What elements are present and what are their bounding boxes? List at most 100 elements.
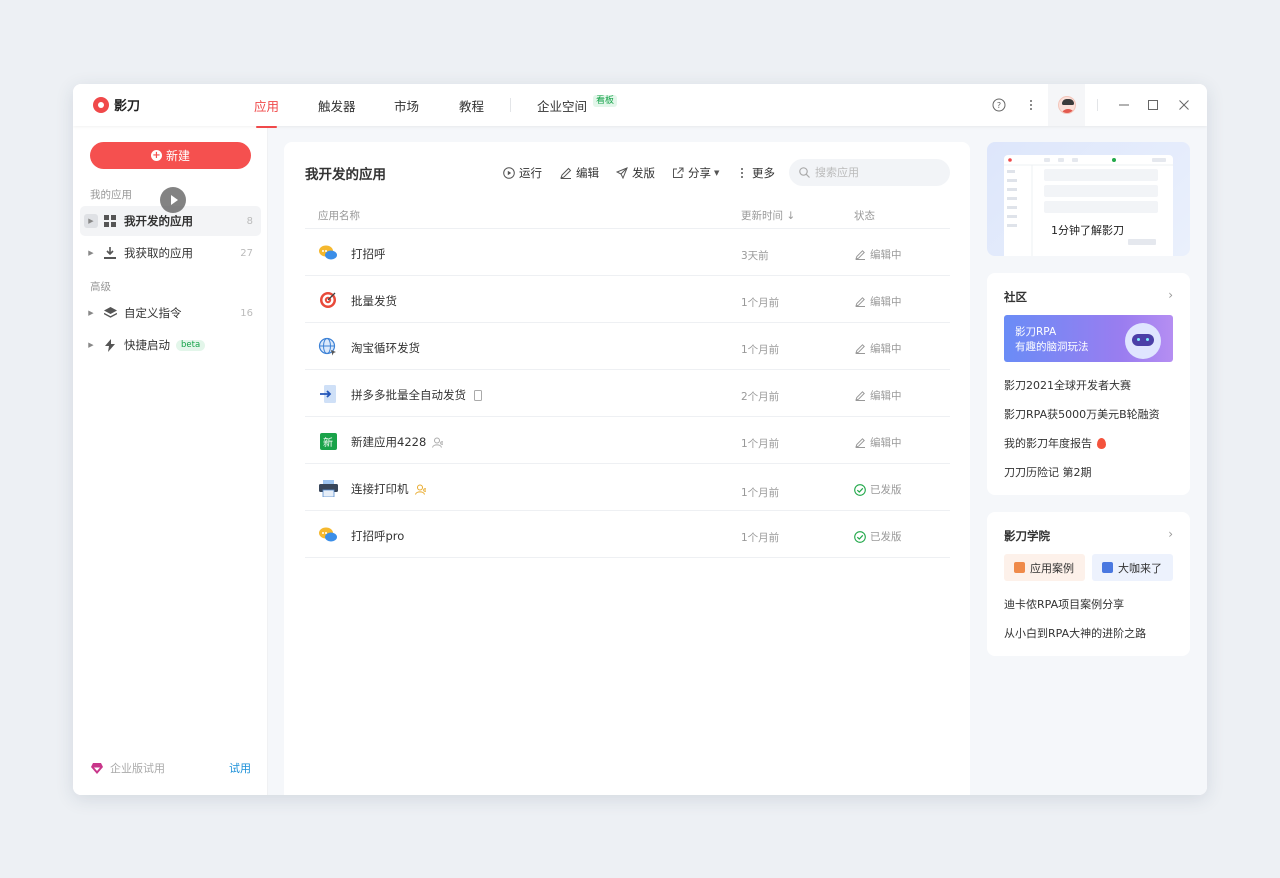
chevron-right-icon[interactable]: ›	[1168, 527, 1173, 541]
pencil-icon	[854, 343, 866, 355]
robot-mascot-icon	[1125, 323, 1161, 359]
publish-button[interactable]: 发版	[615, 165, 655, 181]
new-badge-text: 新	[319, 432, 337, 450]
community-panel: 社区 › 影刀RPA 有趣的脑洞玩法 影刀2021全球开发者大赛 影刀RPA获5…	[987, 273, 1190, 495]
sidebar-item-custom-commands[interactable]: ▶ 自定义指令 16	[80, 298, 261, 328]
table-row[interactable]: 批量发货 1个月前 编辑中	[305, 276, 950, 323]
academy-link[interactable]: 从小白到RPA大神的进阶之路	[1004, 625, 1146, 641]
table-row[interactable]: 打招呼pro 1个月前 已发版	[305, 511, 950, 558]
community-banner[interactable]: 影刀RPA 有趣的脑洞玩法	[1004, 315, 1173, 362]
enterprise-badge: 看板	[593, 95, 618, 107]
search-input[interactable]	[815, 166, 935, 179]
app-name: 打招呼	[351, 246, 386, 262]
check-circle-icon	[854, 483, 866, 496]
community-link[interactable]: 刀刀历险记 第2期	[1004, 464, 1092, 480]
chevron-right-icon[interactable]: ›	[1168, 288, 1173, 302]
chip-experts[interactable]: 大咖来了	[1092, 554, 1173, 581]
close-icon[interactable]	[1176, 97, 1192, 113]
shared-user-icon	[414, 484, 426, 495]
status-badge: 已发版	[854, 482, 902, 497]
caret-right-icon[interactable]: ▶	[84, 246, 98, 260]
status-text: 已发版	[870, 484, 902, 496]
status-badge: 编辑中	[854, 294, 902, 309]
banner-line-2: 有趣的脑洞玩法	[1015, 341, 1089, 353]
pencil-icon	[854, 296, 866, 308]
chip-app-cases[interactable]: 应用案例	[1004, 554, 1085, 581]
search-box	[789, 159, 950, 186]
search-icon	[799, 167, 810, 178]
app-name: 连接打印机	[351, 481, 426, 497]
chat-bubbles-icon	[318, 243, 338, 263]
printer-icon	[318, 478, 338, 498]
svg-text:?: ?	[997, 101, 1001, 110]
avatar	[1057, 96, 1076, 114]
tab-triggers[interactable]: 触发器	[318, 96, 356, 115]
trial-link[interactable]: 试用	[229, 760, 251, 776]
status-text: 编辑中	[870, 343, 902, 355]
maximize-icon[interactable]	[1145, 97, 1161, 113]
table-row[interactable]: 新 新建应用4228 1个月前 编辑中	[305, 417, 950, 464]
fire-icon	[1097, 437, 1106, 449]
table-row[interactable]: 淘宝循环发货 1个月前 编辑中	[305, 323, 950, 370]
minimize-icon[interactable]	[1116, 97, 1132, 113]
sidebar-item-my-acquired[interactable]: ▶ 我获取的应用 27	[80, 238, 261, 268]
chat-bubbles-icon	[318, 525, 338, 545]
sidebar-item-label: 快捷启动	[124, 338, 170, 352]
community-title: 社区	[1004, 290, 1027, 304]
play-icon[interactable]	[160, 187, 186, 213]
caret-right-icon[interactable]: ▶	[84, 338, 98, 352]
community-link[interactable]: 影刀2021全球开发者大赛	[1004, 377, 1131, 393]
sidebar-item-quick-launch[interactable]: ▶ 快捷启动 beta	[80, 330, 261, 360]
status-badge: 已发版	[854, 529, 902, 544]
table-row[interactable]: 打招呼 3天前 编辑中	[305, 229, 950, 276]
share-button[interactable]: 分享 ▼	[671, 165, 719, 181]
app-name: 影刀	[114, 99, 141, 114]
help-icon[interactable]: ?	[991, 97, 1007, 113]
caret-right-icon[interactable]: ▶	[84, 214, 98, 228]
tab-market[interactable]: 市场	[394, 96, 419, 115]
run-button[interactable]: 运行	[502, 165, 542, 181]
sidebar-item-label: 自定义指令	[124, 306, 182, 320]
intro-video-card[interactable]	[987, 142, 1190, 256]
new-badge-icon: 新	[318, 431, 338, 451]
publish-label: 发版	[632, 166, 655, 180]
app-name: 淘宝循环发货	[351, 340, 420, 356]
community-link[interactable]: 我的影刀年度报告	[1004, 435, 1106, 451]
crown-icon	[1102, 562, 1113, 573]
table-row[interactable]: 拼多多批量全自动发货 2个月前 编辑中	[305, 370, 950, 417]
new-button-label: 新建	[165, 149, 190, 163]
chip-label: 大咖来了	[1118, 561, 1162, 575]
status-badge: 编辑中	[854, 435, 902, 450]
academy-link[interactable]: 迪卡侬RPA项目案例分享	[1004, 596, 1124, 612]
video-caption: 1分钟了解影刀	[1051, 224, 1124, 237]
column-header-updated[interactable]: 更新时间 ↓	[741, 208, 795, 223]
tab-apps[interactable]: 应用	[254, 96, 279, 128]
more-button[interactable]: 更多	[735, 165, 775, 181]
share-label: 分享	[688, 166, 711, 180]
edit-button[interactable]: 编辑	[559, 165, 599, 181]
table-row[interactable]: 连接打印机 1个月前 已发版	[305, 464, 950, 511]
send-icon	[615, 167, 628, 180]
tab-enterprise[interactable]: 企业空间	[537, 96, 587, 115]
app-name: 新建应用4228	[351, 434, 444, 450]
run-label: 运行	[519, 166, 542, 180]
logo-icon	[93, 96, 109, 113]
user-avatar-button[interactable]	[1048, 84, 1085, 126]
app-name: 打招呼pro	[351, 528, 404, 544]
community-link[interactable]: 影刀RPA获5000万美元B轮融资	[1004, 406, 1160, 422]
column-header-name[interactable]: 应用名称	[318, 208, 360, 223]
column-header-status: 状态	[854, 210, 875, 222]
table-header: 应用名称 更新时间 ↓ 状态	[305, 206, 950, 229]
status-badge: 编辑中	[854, 247, 902, 262]
share-external-icon	[671, 167, 684, 180]
tab-tutorials[interactable]: 教程	[459, 96, 484, 115]
new-app-button[interactable]: + 新建	[90, 142, 251, 169]
updated-time: 1个月前	[741, 532, 780, 544]
layers-icon	[103, 306, 117, 320]
app-name-text: 打招呼pro	[351, 529, 405, 543]
caret-right-icon[interactable]: ▶	[84, 306, 98, 320]
video-thumbnail	[1004, 155, 1173, 256]
more-vertical-icon[interactable]	[1023, 97, 1039, 113]
import-icon	[318, 384, 338, 404]
app-name-text: 批量发货	[351, 294, 397, 308]
